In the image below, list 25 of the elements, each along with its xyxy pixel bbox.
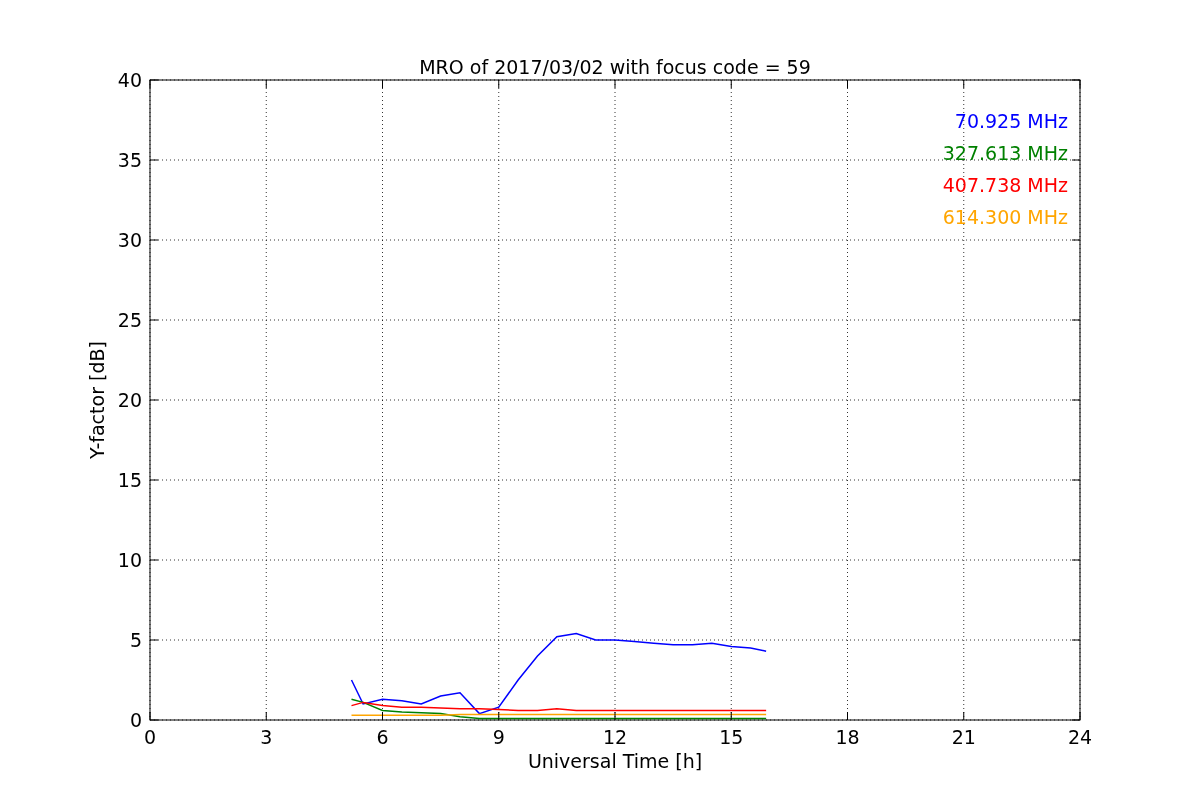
- y-tick-label: 30: [117, 229, 142, 251]
- x-tick-label: 0: [143, 726, 157, 748]
- y-tick-label: 40: [117, 69, 142, 91]
- x-tick-label: 6: [376, 726, 389, 748]
- x-tick-label: 12: [602, 726, 628, 748]
- x-tick-label: 18: [835, 726, 860, 748]
- x-tick-label: 21: [951, 726, 976, 748]
- x-tick-label: 15: [719, 726, 744, 748]
- x-tick-label: 3: [260, 726, 273, 748]
- x-tick-label: 24: [1067, 726, 1093, 748]
- legend-entry: 614.300 MHz: [942, 206, 1068, 228]
- legend-entry: 407.738 MHz: [942, 174, 1068, 196]
- y-tick-label: 10: [117, 549, 142, 571]
- y-tick-label: 0: [129, 709, 142, 731]
- y-tick-label: 15: [117, 469, 142, 491]
- x-axis-label: Universal Time [h]: [527, 750, 703, 772]
- y-tick-label: 25: [117, 309, 142, 331]
- y-tick-label: 35: [117, 149, 142, 171]
- y-tick-label: 20: [117, 389, 142, 411]
- legend-entry: 327.613 MHz: [942, 142, 1068, 164]
- y-axis-label: Y-factor [dB]: [86, 341, 108, 459]
- y-tick-label: 5: [129, 629, 142, 651]
- chart-title: MRO of 2017/03/02 with focus code = 59: [419, 56, 811, 78]
- x-tick-label: 9: [492, 726, 505, 748]
- legend-entry: 70.925 MHz: [954, 110, 1068, 132]
